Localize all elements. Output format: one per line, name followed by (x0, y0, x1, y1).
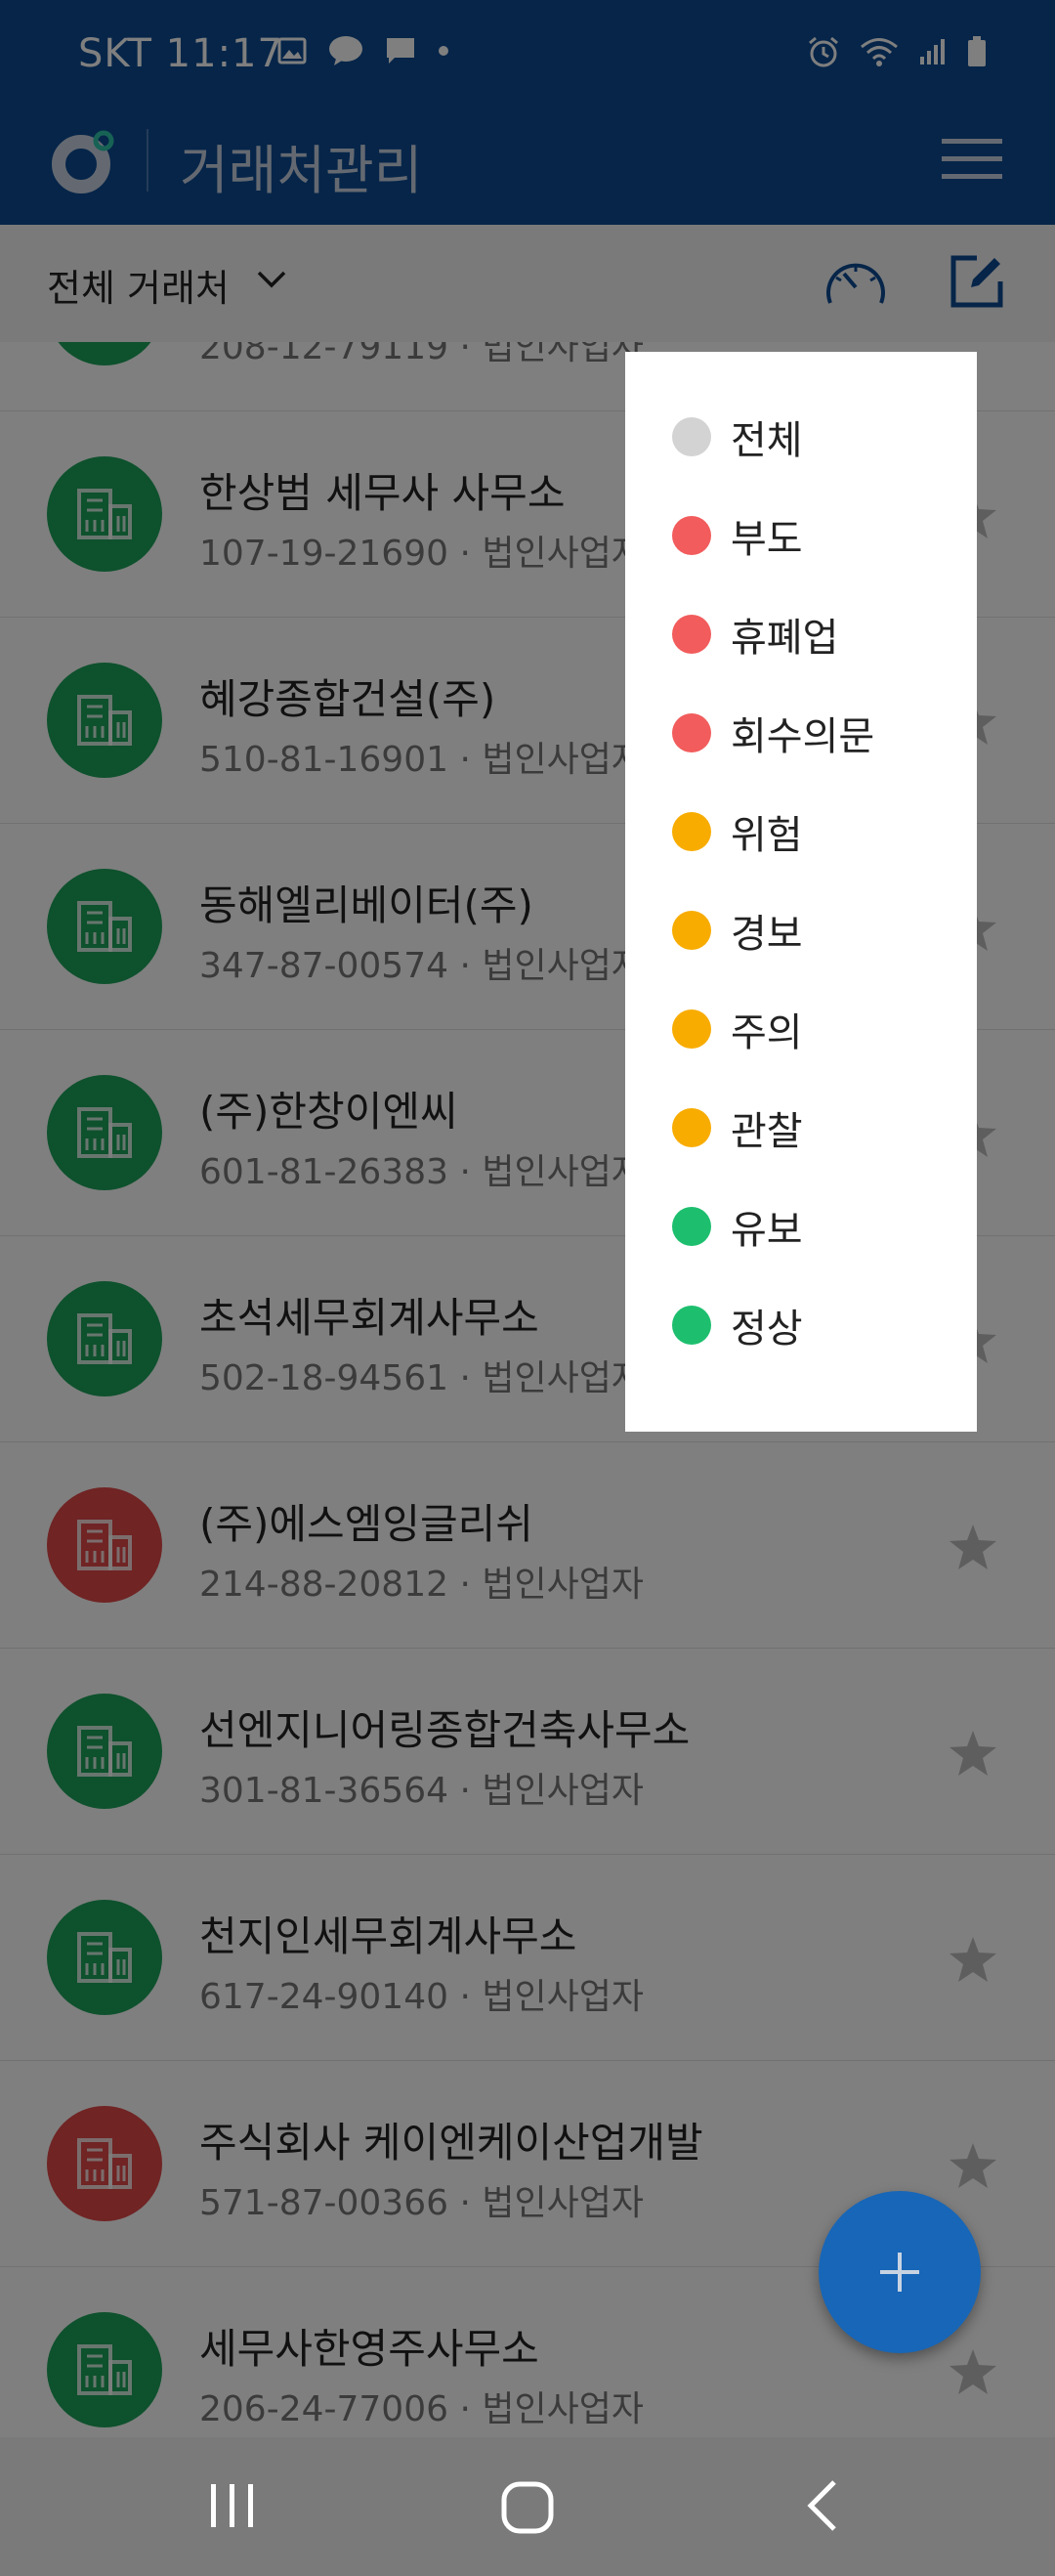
status-dot-icon (672, 812, 711, 851)
status-dot-icon (672, 1108, 711, 1147)
status-dot-icon (672, 1306, 711, 1345)
dropdown-option[interactable]: 전체 (672, 408, 803, 466)
dropdown-option-label: 부도 (731, 517, 803, 562)
home-icon[interactable] (498, 2478, 557, 2537)
add-client-button[interactable] (819, 2191, 981, 2353)
status-dot-icon (672, 516, 711, 555)
dropdown-option-label: 경보 (731, 912, 803, 957)
dropdown-option-label: 관찰 (731, 1109, 803, 1154)
dropdown-option[interactable]: 정상 (672, 1296, 803, 1354)
status-filter-dropdown: 전체부도휴폐업회수의문위험경보주의관찰유보정상 (625, 352, 977, 1432)
status-dot-icon (672, 911, 711, 950)
dropdown-option-label: 휴폐업 (731, 616, 839, 661)
dropdown-option-label: 회수의문 (731, 714, 875, 759)
dropdown-option-label: 위험 (731, 813, 803, 858)
dropdown-option[interactable]: 위험 (672, 802, 803, 861)
system-nav-bar (0, 2437, 1055, 2576)
dropdown-option-label: 정상 (731, 1307, 803, 1352)
dropdown-option-label: 전체 (731, 418, 803, 463)
status-dot-icon (672, 713, 711, 752)
dropdown-option[interactable]: 회수의문 (672, 704, 874, 762)
dropdown-option-label: 유보 (731, 1208, 803, 1253)
status-dot-icon (672, 615, 711, 654)
dropdown-option[interactable]: 휴폐업 (672, 605, 838, 664)
status-dot-icon (672, 417, 711, 456)
dropdown-option[interactable]: 관찰 (672, 1098, 803, 1157)
dropdown-option[interactable]: 부도 (672, 506, 803, 565)
back-icon[interactable] (801, 2478, 844, 2533)
dropdown-option[interactable]: 주의 (672, 1000, 803, 1058)
plus-icon (880, 2253, 919, 2292)
dropdown-option[interactable]: 유보 (672, 1197, 803, 1256)
dropdown-option-label: 주의 (731, 1010, 803, 1055)
dropdown-option[interactable]: 경보 (672, 901, 803, 960)
status-dot-icon (672, 1009, 711, 1049)
status-dot-icon (672, 1207, 711, 1246)
recent-apps-icon[interactable] (205, 2478, 260, 2533)
